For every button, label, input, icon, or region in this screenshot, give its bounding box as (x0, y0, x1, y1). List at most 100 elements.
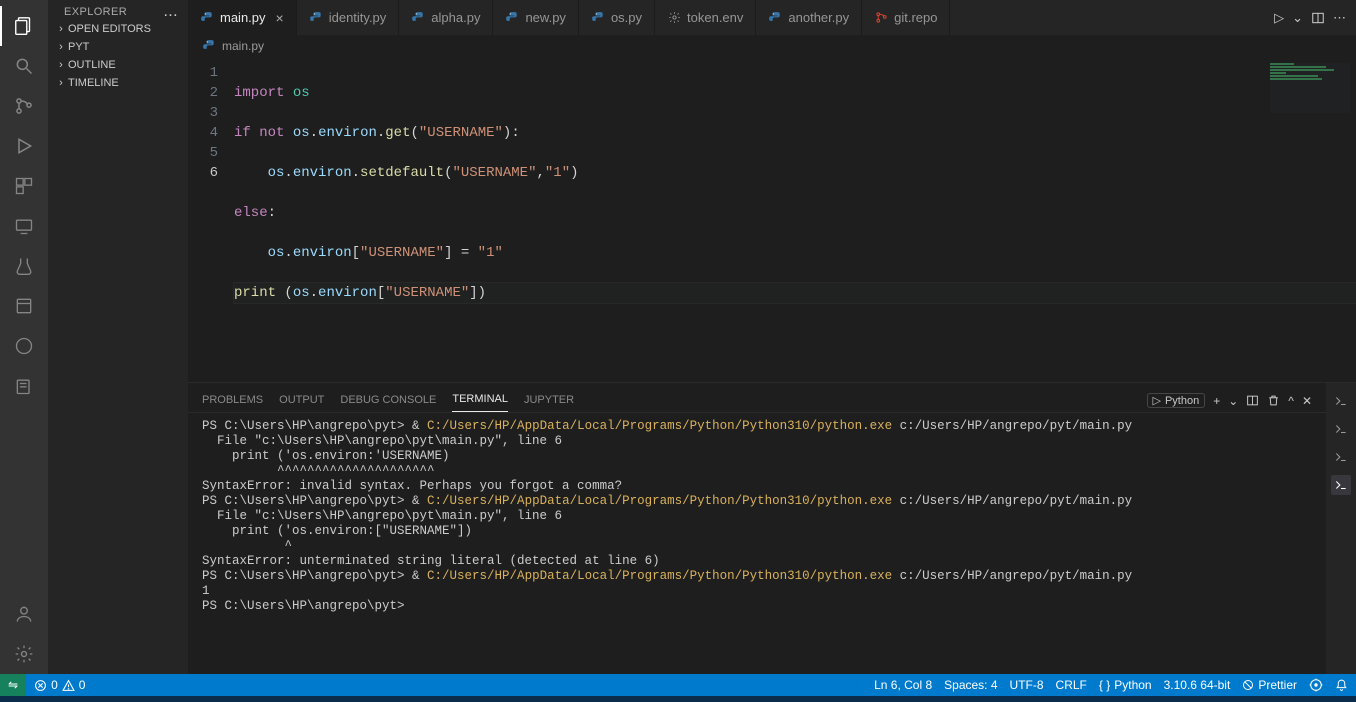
gear-file-icon (667, 11, 681, 25)
chevron-right-icon: › (54, 77, 68, 89)
bottom-panel: PROBLEMS OUTPUT DEBUG CONSOLE TERMINAL J… (188, 382, 1356, 674)
project-icon[interactable] (0, 366, 48, 406)
tab-label: token.env (687, 10, 743, 25)
references-icon[interactable] (0, 286, 48, 326)
terminal-side-icon[interactable] (1331, 391, 1351, 411)
editor-tab[interactable]: git.repo (862, 0, 950, 35)
kill-terminal-icon[interactable] (1267, 394, 1280, 407)
status-eol[interactable]: CRLF (1056, 678, 1087, 692)
breadcrumb-file: main.py (222, 39, 264, 53)
chevron-right-icon: › (54, 41, 68, 53)
code-body[interactable]: import os if not os.environ.get("USERNAM… (230, 57, 1356, 382)
sidebar-more-icon[interactable]: ... (163, 8, 178, 16)
remote-indicator[interactable]: ⇋ (0, 674, 26, 696)
python-file-icon (411, 11, 425, 25)
sidebar-section-open-editors[interactable]: ›OPEN EDITORS (48, 20, 188, 38)
source-control-icon[interactable] (0, 86, 48, 126)
extensions-icon[interactable] (0, 166, 48, 206)
tab-label: git.repo (894, 10, 937, 25)
editor-tab[interactable]: token.env (655, 0, 756, 35)
editor-tab[interactable]: os.py (579, 0, 655, 35)
run-file-icon[interactable]: ▷ (1274, 10, 1284, 26)
editor-tab[interactable]: alpha.py (399, 0, 493, 35)
status-ln-col[interactable]: Ln 6, Col 8 (874, 678, 932, 692)
editor-column: main.py × identity.py alpha.py new.py os.py to… (188, 0, 1356, 674)
minimap[interactable] (1270, 63, 1350, 113)
panel-tabs: PROBLEMS OUTPUT DEBUG CONSOLE TERMINAL J… (188, 383, 1326, 413)
editor-tab[interactable]: another.py (756, 0, 862, 35)
tab-label: main.py (220, 10, 266, 25)
panel-tab-output[interactable]: OUTPUT (279, 394, 324, 412)
explorer-sidebar: EXPLORER ... ›OPEN EDITORS ›PYT ›OUTLINE… (48, 0, 188, 674)
chevron-right-icon: › (54, 59, 68, 71)
split-terminal-icon[interactable] (1246, 394, 1259, 407)
panel-tab-debug-console[interactable]: DEBUG CONSOLE (340, 394, 436, 412)
terminal-side-icon[interactable] (1331, 419, 1351, 439)
panel-tab-problems[interactable]: PROBLEMS (202, 394, 263, 412)
github-icon[interactable] (0, 326, 48, 366)
chevron-down-icon[interactable]: ⌄ (1228, 394, 1238, 408)
status-notifications-icon[interactable] (1335, 679, 1348, 692)
tab-label: identity.py (329, 10, 387, 25)
settings-gear-icon[interactable] (0, 634, 48, 674)
editor-tab[interactable]: main.py × (188, 0, 297, 35)
editor-tab-actions: ▷ ⌄ ⋯ (1274, 0, 1356, 35)
panel-tab-terminal[interactable]: TERMINAL (452, 393, 508, 412)
status-problems[interactable]: 0 0 (34, 678, 85, 692)
tab-label: new.py (525, 10, 565, 25)
terminal-body[interactable]: PS C:\Users\HP\angrepo\pyt> & C:/Users/H… (188, 413, 1326, 674)
code-editor[interactable]: 1 2 3 4 5 6 import os if not os.environ.… (188, 57, 1356, 382)
editor-tabs: main.py × identity.py alpha.py new.py os.py to… (188, 0, 1356, 35)
panel-side-icons (1326, 383, 1356, 674)
python-file-icon (200, 11, 214, 25)
tab-label: alpha.py (431, 10, 480, 25)
explorer-icon[interactable] (0, 6, 48, 46)
terminal-side-icon[interactable] (1331, 447, 1351, 467)
status-language[interactable]: { } Python (1099, 678, 1152, 692)
status-feedback-icon[interactable] (1309, 678, 1323, 692)
close-tab-icon[interactable]: × (276, 10, 284, 26)
sidebar-header: EXPLORER ... (48, 0, 188, 20)
close-panel-icon[interactable]: ✕ (1302, 394, 1312, 408)
breadcrumb[interactable]: main.py (188, 35, 1356, 57)
search-icon[interactable] (0, 46, 48, 86)
python-file-icon (309, 11, 323, 25)
sidebar-section-timeline[interactable]: ›TIMELINE (48, 74, 188, 92)
tab-label: another.py (788, 10, 849, 25)
terminal-side-icon-active[interactable] (1331, 475, 1351, 495)
status-spaces[interactable]: Spaces: 4 (944, 678, 997, 692)
sidebar-title: EXPLORER (64, 6, 127, 18)
accounts-icon[interactable] (0, 594, 48, 634)
terminal-launch-profile[interactable]: ▷Python (1147, 393, 1206, 408)
activity-bar (0, 0, 48, 674)
python-file-icon (202, 39, 216, 53)
sidebar-section-outline[interactable]: ›OUTLINE (48, 56, 188, 74)
chevron-down-icon[interactable]: ⌄ (1292, 10, 1303, 26)
run-debug-icon[interactable] (0, 126, 48, 166)
python-file-icon (505, 11, 519, 25)
os-taskbar (0, 696, 1356, 702)
python-file-icon (768, 11, 782, 25)
tab-label: os.py (611, 10, 642, 25)
remote-icon: ⇋ (8, 678, 18, 692)
git-file-icon (874, 11, 888, 25)
status-encoding[interactable]: UTF-8 (1010, 678, 1044, 692)
python-file-icon (591, 11, 605, 25)
status-interpreter[interactable]: 3.10.6 64-bit (1164, 678, 1231, 692)
new-terminal-icon[interactable]: + (1213, 394, 1220, 408)
vscode-window: EXPLORER ... ›OPEN EDITORS ›PYT ›OUTLINE… (0, 0, 1356, 702)
testing-icon[interactable] (0, 246, 48, 286)
editor-tab[interactable]: identity.py (297, 0, 400, 35)
line-number-gutter: 1 2 3 4 5 6 (188, 57, 230, 382)
sidebar-section-pyt[interactable]: ›PYT (48, 38, 188, 56)
panel-tab-jupyter[interactable]: JUPYTER (524, 394, 574, 412)
editor-tab[interactable]: new.py (493, 0, 578, 35)
split-editor-icon[interactable] (1311, 11, 1325, 25)
status-bar: ⇋ 0 0 Ln 6, Col 8 Spaces: 4 UTF-8 CRLF {… (0, 674, 1356, 696)
main-area: EXPLORER ... ›OPEN EDITORS ›PYT ›OUTLINE… (0, 0, 1356, 674)
status-prettier[interactable]: Prettier (1242, 678, 1297, 692)
maximize-panel-icon[interactable]: ^ (1288, 394, 1294, 408)
chevron-right-icon: › (54, 23, 68, 35)
more-actions-icon[interactable]: ⋯ (1333, 10, 1346, 26)
remote-explorer-icon[interactable] (0, 206, 48, 246)
